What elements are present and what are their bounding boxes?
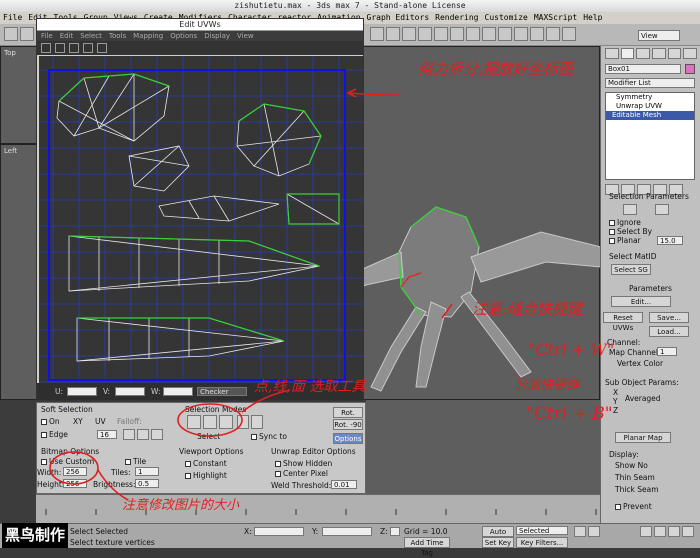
annotation-tools: 点,线,面 选取工具	[254, 379, 366, 395]
annotation-ctrl-b: "Ctrl + B"	[526, 404, 613, 424]
annotation-ctrl-w: "Ctrl + W"	[528, 340, 615, 359]
annotation-top: 努力拆分,摆放好坐标图	[418, 60, 573, 78]
annotation-bitmap-size: 注意修改图片的大小	[122, 498, 240, 513]
annotation-split-title: 分离快捷键	[514, 378, 580, 393]
annotation-weld-title: 注意:缝合快捷键	[472, 300, 583, 318]
annotation-strokes	[49, 88, 453, 501]
